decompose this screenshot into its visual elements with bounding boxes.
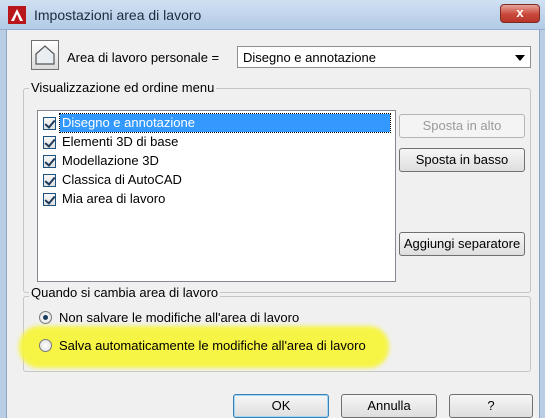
- radio-no-save-label[interactable]: Non salvare le modifiche all'area di lav…: [59, 310, 299, 325]
- checkbox[interactable]: [43, 193, 56, 206]
- autocad-logo-icon: [8, 6, 26, 24]
- workspace-dropdown-value: Disegno e annotazione: [243, 50, 376, 65]
- list-item[interactable]: Classica di AutoCAD: [40, 171, 392, 190]
- checkbox[interactable]: [43, 117, 56, 130]
- list-item-label: Disegno e annotazione: [59, 113, 391, 133]
- move-up-button[interactable]: Sposta in alto: [399, 114, 525, 138]
- chevron-down-icon[interactable]: [515, 55, 525, 61]
- radio-no-save[interactable]: [39, 311, 52, 324]
- workspace-change-group-label: Quando si cambia area di lavoro: [29, 285, 221, 300]
- workspace-list[interactable]: Disegno e annotazione Elementi 3D di bas…: [37, 110, 396, 282]
- workspace-label: Area di lavoro personale =: [67, 50, 220, 65]
- ok-button[interactable]: OK: [233, 394, 329, 418]
- list-item-label: Elementi 3D di base: [62, 134, 179, 149]
- help-button[interactable]: ?: [449, 394, 533, 418]
- list-item-label: Modellazione 3D: [62, 153, 159, 168]
- close-button[interactable]: x: [500, 4, 540, 23]
- list-item-label: Classica di AutoCAD: [62, 172, 182, 187]
- title-bar: Impostazioni area di lavoro x: [0, 0, 545, 30]
- menu-order-group-label: Visualizzazione ed ordine menu: [29, 80, 217, 95]
- add-separator-button[interactable]: Aggiungi separatore: [399, 232, 525, 256]
- dialog-body: Area di lavoro personale = Disegno e ann…: [6, 30, 540, 418]
- window-title: Impostazioni area di lavoro: [34, 7, 202, 23]
- checkbox[interactable]: [43, 155, 56, 168]
- list-item-label: Mia area di lavoro: [62, 191, 166, 206]
- list-item[interactable]: Mia area di lavoro: [40, 190, 392, 209]
- list-item[interactable]: Disegno e annotazione: [40, 113, 392, 133]
- workspace-dropdown[interactable]: Disegno e annotazione: [237, 46, 531, 68]
- list-item[interactable]: Modellazione 3D: [40, 152, 392, 171]
- cancel-button[interactable]: Annulla: [341, 394, 437, 418]
- checkbox[interactable]: [43, 136, 56, 149]
- workspace-icon: [31, 40, 59, 70]
- radio-auto-save-label[interactable]: Salva automaticamente le modifiche all'a…: [59, 338, 366, 353]
- move-down-button[interactable]: Sposta in basso: [399, 148, 525, 172]
- radio-auto-save[interactable]: [39, 339, 52, 352]
- list-item[interactable]: Elementi 3D di base: [40, 133, 392, 152]
- checkbox[interactable]: [43, 174, 56, 187]
